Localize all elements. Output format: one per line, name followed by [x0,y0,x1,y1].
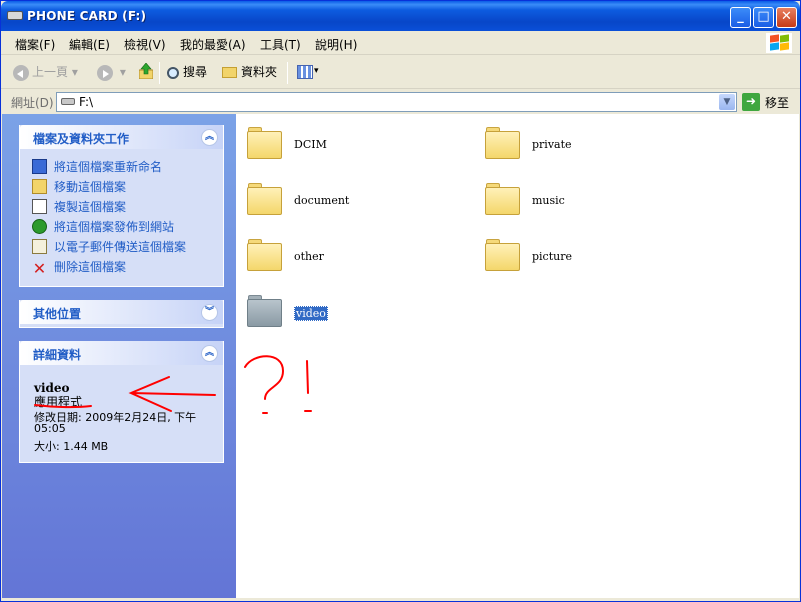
task-rename[interactable]: 將這個檔案重新命名 [32,158,162,175]
folder-name: video [294,306,328,321]
details-modified-time: 05:05 [34,422,66,435]
panel-header[interactable]: 檔案及資料夾工作 ︽ [20,125,223,149]
folder-name: DCIM [294,138,327,151]
folder-icon [484,236,522,272]
menu-edit[interactable]: 編輯(E) [69,36,110,53]
search-label: 搜尋 [183,65,208,79]
maximize-button[interactable]: □ [753,7,774,28]
back-label: 上一頁 [32,65,69,79]
address-bar: 網址(D) F:\ ▼ ➜ 移至 [1,90,800,114]
task-pane: 檔案及資料夾工作 ︽ 將這個檔案重新命名 移動這個檔案 複製這個檔案 將這個檔案… [2,114,236,598]
menu-tools[interactable]: 工具(T) [260,36,301,53]
folder-name: picture [532,250,572,263]
task-publish-web[interactable]: 將這個檔案發佈到網站 [32,218,174,235]
go-arrow-icon[interactable]: ➜ [742,93,760,111]
toolbar-separator [287,62,288,84]
folder-icon [246,236,284,272]
folder-item[interactable]: DCIM [246,124,466,168]
task-label: 以電子郵件傳送這個檔案 [54,240,187,254]
views-dropdown-arrow[interactable]: ▾ [314,62,319,82]
menu-help[interactable]: 說明(H) [315,36,357,53]
address-dropdown-button[interactable]: ▼ [719,94,735,110]
file-list-area[interactable]: DCIM private document music other pictur… [236,114,799,598]
panel-title: 其他位置 [33,307,82,321]
move-icon [32,179,47,194]
window-title: PHONE CARD (F:) [27,9,147,23]
views-icon[interactable] [297,65,313,79]
folder-icon [246,180,284,216]
search-icon [167,66,179,79]
menu-file[interactable]: 檔案(F) [15,36,55,53]
folder-icon [484,180,522,216]
drive-icon [61,98,75,105]
delete-icon: ✕ [32,259,47,278]
toolbar: 上一頁 ▾ ▾ 搜尋 資料夾 ▾ [1,56,800,89]
address-label: 網址(D) [11,96,54,110]
folder-item[interactable]: picture [484,236,704,280]
explorer-window: PHONE CARD (F:) _ □ ✕ 檔案(F) 編輯(E) 檢視(V) … [0,0,801,602]
menu-bar: 檔案(F) 編輯(E) 檢視(V) 我的最愛(A) 工具(T) 說明(H) [1,31,800,55]
email-icon [32,239,47,254]
rename-icon [32,159,47,174]
folder-icon [246,124,284,160]
publish-web-icon [32,219,47,234]
address-input[interactable]: F:\ ▼ [56,92,737,112]
forward-button[interactable]: ▾ [97,63,126,83]
folder-item[interactable]: music [484,180,704,224]
task-delete[interactable]: ✕ 刪除這個檔案 [32,258,126,277]
search-button[interactable]: 搜尋 [167,63,207,83]
folders-button[interactable]: 資料夾 [222,63,277,83]
go-button-label[interactable]: 移至 [765,94,789,111]
copy-icon [32,199,47,214]
panel-title: 檔案及資料夾工作 [33,132,130,146]
folder-name: document [294,194,350,207]
task-label: 刪除這個檔案 [54,260,127,274]
task-move[interactable]: 移動這個檔案 [32,178,126,195]
folder-icon [222,67,237,78]
task-email[interactable]: 以電子郵件傳送這個檔案 [32,238,186,255]
panel-header[interactable]: 詳細資料 ︽ [20,341,223,365]
details-size: 大小: 1.44 MB [34,440,109,453]
minimize-button[interactable]: _ [730,7,751,28]
back-arrow-icon [13,64,29,81]
collapse-chevron-icon[interactable]: ︽ [201,129,218,146]
task-label: 複製這個檔案 [54,200,127,214]
menu-view[interactable]: 檢視(V) [124,36,166,53]
details-panel: 詳細資料 ︽ video 應用程式 修改日期: 2009年2月24日, 下午 0… [19,341,224,463]
windows-logo-icon [766,33,792,53]
expand-chevron-icon[interactable]: ︾ [201,304,218,321]
details-file-type: 應用程式 [34,395,83,409]
task-label: 將這個檔案重新命名 [54,160,163,174]
folders-label: 資料夾 [241,65,278,79]
folder-name: other [294,250,324,263]
close-button[interactable]: ✕ [776,7,797,28]
back-button[interactable]: 上一頁 ▾ [13,63,78,83]
folder-icon [246,292,284,328]
folder-name: music [532,194,565,207]
folder-up-icon[interactable] [139,63,153,79]
drive-icon [7,11,23,20]
title-bar[interactable]: PHONE CARD (F:) _ □ ✕ [1,1,800,31]
toolbar-separator [159,62,160,84]
folder-item-selected[interactable]: video [246,292,466,336]
forward-arrow-icon [97,64,113,81]
folder-item[interactable]: other [246,236,466,280]
task-label: 將這個檔案發佈到網站 [54,220,175,234]
other-places-panel: 其他位置 ︾ [19,300,224,328]
task-copy[interactable]: 複製這個檔案 [32,198,126,215]
folder-item[interactable]: private [484,124,704,168]
panel-header[interactable]: 其他位置 ︾ [20,300,223,324]
panel-title: 詳細資料 [33,348,82,362]
folder-icon [484,124,522,160]
folder-name: private [532,138,572,151]
file-folder-tasks-panel: 檔案及資料夾工作 ︽ 將這個檔案重新命名 移動這個檔案 複製這個檔案 將這個檔案… [19,125,224,287]
address-value: F:\ [79,95,94,109]
menu-favorites[interactable]: 我的最愛(A) [180,36,246,53]
task-label: 移動這個檔案 [54,180,127,194]
folder-item[interactable]: document [246,180,466,224]
collapse-chevron-icon[interactable]: ︽ [201,345,218,362]
